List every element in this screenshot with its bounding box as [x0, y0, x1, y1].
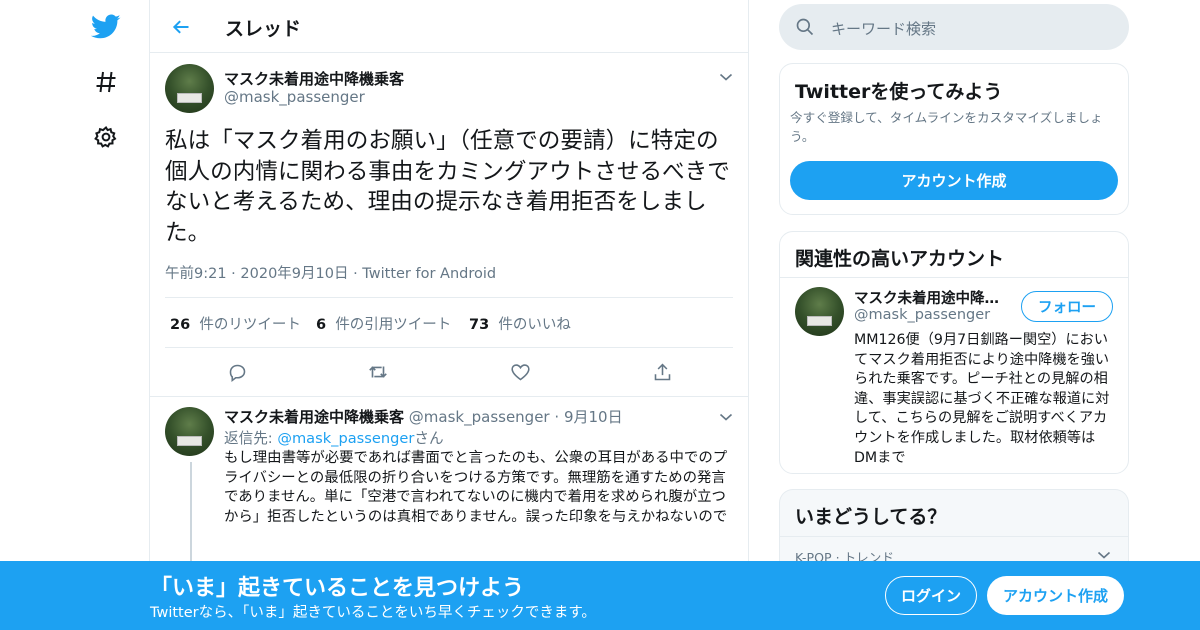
chevron-down-icon[interactable]	[718, 409, 734, 425]
avatar[interactable]	[795, 287, 844, 336]
card-title: Twitterを使ってみよう	[795, 81, 1003, 103]
chevron-down-icon[interactable]	[718, 69, 734, 85]
create-account-button[interactable]: アカウント作成	[790, 161, 1118, 200]
like-label: 件のいいね	[498, 317, 571, 333]
quote-label: 件の引用ツイート	[335, 317, 452, 333]
tweet-stats: 26 件のリツイート 6 件の引用ツイート 73 件のいいね	[165, 297, 733, 348]
main-column: スレッド マスク未着用途中降機乗客 @mask_passenger 私は「マスク…	[149, 0, 749, 630]
author-name[interactable]: マスク未着用途中降機乗客	[224, 68, 404, 89]
search-placeholder: キーワード検索	[831, 20, 937, 38]
card-title: いまどうしてる？	[795, 506, 947, 528]
share-icon[interactable]	[650, 360, 674, 384]
account-handle[interactable]: @mask_passenger	[854, 307, 990, 323]
thread-header: スレッド	[150, 0, 748, 53]
tweet-time[interactable]: 午前9:21	[165, 266, 227, 282]
tweet-date[interactable]: 9月10日	[564, 408, 623, 426]
account-name[interactable]: マスク未着用途中降機乗客	[854, 287, 1006, 308]
quote-count: 6	[316, 317, 327, 333]
reply-to: 返信先: @mask_passengerさん	[224, 427, 444, 448]
tweet-source[interactable]: Twitter for Android	[362, 266, 496, 282]
tweet-text: もし理由書等が必要であれば書面でと言ったのも、公衆の耳目がある中でのプライバシー…	[224, 450, 728, 525]
retweet-label: 件のリツイート	[199, 317, 301, 333]
tweet-meta: 午前9:21 · 2020年9月10日 · Twitter for Androi…	[165, 262, 496, 283]
signup-card: Twitterを使ってみよう 今すぐ登録して、タイムラインをカスタマイズしましょ…	[779, 63, 1129, 215]
reply-header: マスク未着用途中降機乗客 @mask_passenger · 9月10日	[224, 406, 623, 427]
related-accounts-card: 関連性の高いアカウント マスク未着用途中降機乗客 @mask_passenger…	[779, 231, 1129, 474]
reply-to-prefix: 返信先:	[224, 430, 273, 447]
login-button[interactable]: ログイン	[885, 576, 977, 615]
retweet-icon[interactable]	[366, 360, 390, 384]
signup-button[interactable]: アカウント作成	[987, 576, 1124, 615]
card-description: 今すぐ登録して、タイムラインをカスタマイズしましょう。	[790, 110, 1103, 144]
banner-subtext: Twitterなら、「いま」起きていることをいち早くチェックできます。	[150, 605, 596, 621]
card-title: 関連性の高いアカウント	[795, 248, 1005, 270]
divider	[780, 536, 1128, 537]
twitter-bird-icon[interactable]	[80, 1, 132, 53]
tweet-date[interactable]: 2020年9月10日	[240, 266, 348, 282]
meta-dot: ·	[231, 266, 236, 282]
reply-to-handle[interactable]: @mask_passenger	[277, 430, 414, 447]
page-title: スレッド	[225, 18, 302, 40]
divider	[780, 277, 1128, 278]
signup-banner: 「いま」起きていることを見つけよう Twitterなら、「いま」起きていることを…	[0, 561, 1200, 630]
meta-dot: ·	[353, 266, 358, 282]
thread-line	[190, 462, 192, 572]
avatar[interactable]	[165, 64, 214, 113]
reply-icon[interactable]	[225, 360, 249, 384]
search-icon	[795, 17, 815, 37]
back-arrow-icon[interactable]	[168, 14, 194, 40]
hashtag-icon[interactable]	[80, 56, 132, 108]
tweet-text: 私は「マスク着用のお願い」（任意での要請）に特定の個人の内情に関わる事由をカミン…	[165, 128, 730, 246]
follow-button[interactable]: フォロー	[1021, 291, 1113, 322]
divider	[150, 396, 748, 397]
avatar[interactable]	[165, 407, 214, 456]
like-heart-icon[interactable]	[508, 360, 532, 384]
retweet-stat[interactable]: 26 件のリツイート	[170, 313, 301, 334]
author-handle[interactable]: @mask_passenger	[224, 88, 365, 106]
page: スレッド マスク未着用途中降機乗客 @mask_passenger 私は「マスク…	[0, 0, 1200, 630]
meta-dot: ·	[554, 408, 560, 426]
account-bio: MM126便（9月7日釧路ー関空）においてマスク着用拒否により途中降機を強いられ…	[854, 332, 1110, 466]
settings-gear-icon[interactable]	[80, 111, 132, 163]
author-name[interactable]: マスク未着用途中降機乗客	[224, 408, 404, 426]
search-bar[interactable]: キーワード検索	[779, 4, 1129, 50]
banner-headline: 「いま」起きていることを見つけよう	[150, 576, 525, 601]
quote-stat[interactable]: 6 件の引用ツイート	[316, 313, 451, 334]
retweet-count: 26	[170, 317, 191, 333]
reply-to-suffix: さん	[414, 430, 444, 447]
like-count: 73	[469, 317, 490, 333]
left-nav	[80, 0, 132, 630]
like-stat[interactable]: 73 件のいいね	[469, 313, 571, 334]
author-handle[interactable]: @mask_passenger	[409, 408, 550, 426]
